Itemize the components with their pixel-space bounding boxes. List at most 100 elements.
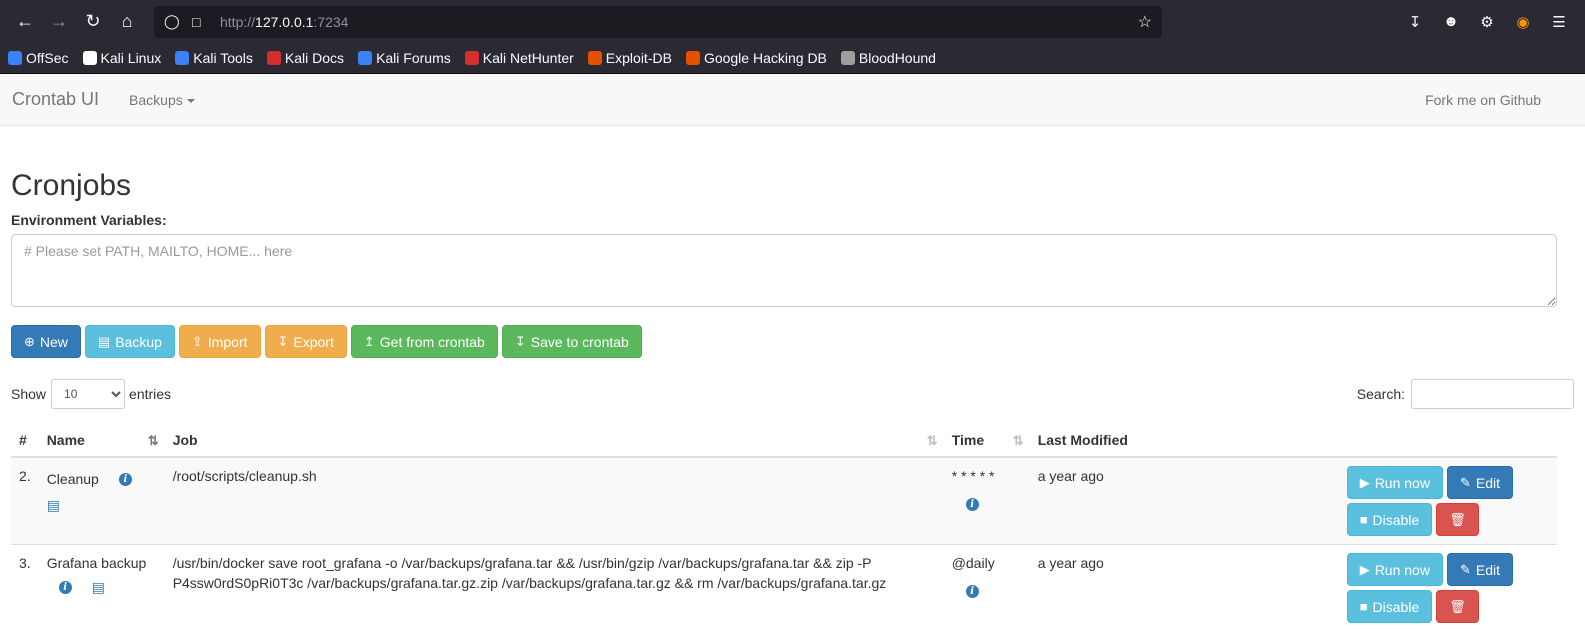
- bookmark-favicon-icon: [587, 51, 602, 65]
- save-icon[interactable]: ▤: [47, 495, 60, 515]
- backup-button[interactable]: ▤ Backup: [84, 325, 175, 358]
- info-icon[interactable]: i: [58, 580, 72, 594]
- edit-button[interactable]: ✎ Edit: [1446, 553, 1513, 586]
- bookmark-item[interactable]: Kali Docs: [266, 50, 344, 66]
- caret-down-icon: [186, 98, 195, 103]
- extensions-icon[interactable]: ⚙: [1475, 10, 1499, 34]
- get-from-crontab-button[interactable]: ↥ Get from crontab: [350, 325, 498, 358]
- row-name-cell: Cleanup i ▤: [38, 456, 165, 545]
- forward-arrow-icon[interactable]: →: [42, 5, 76, 39]
- row-name: Grafana backup: [46, 555, 147, 571]
- bookmark-item[interactable]: BloodHound: [840, 50, 936, 66]
- account-icon[interactable]: ☻: [1439, 10, 1463, 34]
- disable-button[interactable]: ■ Disable: [1346, 590, 1433, 623]
- bookmark-favicon-icon: [266, 51, 281, 65]
- shield-icon[interactable]: ◯: [164, 13, 184, 30]
- save-icon[interactable]: ▤: [92, 577, 105, 597]
- export-label: Export: [293, 333, 334, 350]
- table-header-row: # Name ⇅ Job ⇅ Time ⇅ Last Modified: [11, 423, 1557, 458]
- get-from-crontab-label: Get from crontab: [379, 333, 485, 350]
- row-time: * * * * *: [951, 468, 995, 484]
- upload-icon: ↥: [363, 333, 375, 349]
- play-icon: ▶: [1359, 561, 1370, 577]
- download-icon[interactable]: ↧: [1403, 10, 1427, 34]
- table-controls: Show 10 entries Search:: [11, 379, 1574, 409]
- entries-select[interactable]: 10: [51, 379, 126, 409]
- new-label: New: [39, 333, 68, 350]
- disable-button[interactable]: ■ Disable: [1346, 503, 1433, 536]
- col-header-job[interactable]: Job ⇅: [164, 423, 944, 458]
- info-icon[interactable]: i: [965, 498, 979, 511]
- sort-icon: ⇅: [1012, 433, 1024, 448]
- backups-dropdown[interactable]: Backups: [129, 92, 195, 108]
- row-job: /root/scripts/cleanup.sh: [164, 456, 944, 545]
- download-icon: ↧: [277, 333, 289, 349]
- bookmark-label: OffSec: [26, 50, 69, 66]
- bookmark-favicon-icon: [685, 51, 700, 65]
- jobs-table: # Name ⇅ Job ⇅ Time ⇅ Last Modified 2. Clea…: [11, 423, 1557, 629]
- info-icon[interactable]: i: [965, 585, 979, 598]
- table-row: 2. Cleanup i ▤ /root/scripts/cleanup.sh *…: [11, 456, 1557, 545]
- bookmark-label: Kali Tools: [193, 50, 253, 66]
- row-time-cell: * * * * * i: [943, 456, 1030, 545]
- url-host: 127.0.0.1: [255, 13, 314, 30]
- bookmark-item[interactable]: Kali Linux: [82, 50, 161, 66]
- export-button[interactable]: ↧ Export: [264, 325, 347, 358]
- import-button[interactable]: ⇪ Import: [178, 325, 261, 358]
- backups-label: Backups: [129, 91, 183, 108]
- edit-button[interactable]: ✎ Edit: [1446, 466, 1513, 499]
- bookmark-label: Exploit-DB: [605, 50, 672, 66]
- delete-button[interactable]: 🗑: [1436, 590, 1479, 623]
- bookmark-item[interactable]: Exploit-DB: [587, 50, 672, 66]
- run-now-button[interactable]: ▶ Run now: [1346, 466, 1443, 499]
- brand-link[interactable]: Crontab UI: [12, 89, 99, 110]
- bookmark-favicon-icon: [840, 51, 855, 65]
- save-to-crontab-button[interactable]: ↧ Save to crontab: [501, 325, 642, 358]
- bookmark-label: Kali Forums: [376, 50, 451, 66]
- home-icon[interactable]: ⌂: [110, 5, 144, 39]
- bookmark-item[interactable]: Kali NetHunter: [464, 50, 574, 66]
- back-arrow-icon[interactable]: ←: [8, 5, 42, 39]
- play-icon: ▶: [1359, 474, 1370, 490]
- trash-icon: 🗑: [1449, 511, 1466, 527]
- col-header-time-label: Time: [951, 431, 985, 448]
- page-title: Cronjobs: [11, 169, 132, 202]
- edit-label: Edit: [1475, 561, 1500, 578]
- bookmark-item[interactable]: Kali Tools: [175, 50, 253, 66]
- url-scheme: http://: [220, 13, 256, 30]
- menu-icon[interactable]: ☰: [1547, 10, 1571, 34]
- col-header-time[interactable]: Time ⇅: [943, 423, 1030, 458]
- env-textarea[interactable]: [11, 234, 1557, 307]
- import-icon: ⇪: [191, 333, 203, 349]
- bookmark-item[interactable]: OffSec: [8, 50, 69, 66]
- new-button[interactable]: ⊕ New: [11, 325, 81, 358]
- fork-github-link[interactable]: Fork me on Github: [1425, 92, 1541, 108]
- delete-button[interactable]: 🗑: [1436, 503, 1479, 536]
- run-now-button[interactable]: ▶ Run now: [1346, 553, 1443, 586]
- info-icon[interactable]: i: [118, 472, 132, 486]
- row-num: 3.: [11, 544, 39, 629]
- row-modified: a year ago: [1029, 456, 1339, 545]
- run-now-label: Run now: [1374, 474, 1430, 491]
- bookmark-favicon-icon: [358, 51, 373, 65]
- bookmark-item[interactable]: Kali Forums: [358, 50, 451, 66]
- search-input[interactable]: [1411, 379, 1574, 409]
- col-header-actions: [1338, 423, 1557, 458]
- table-row: 3. Grafana backup i ▤ /usr/bin/docker sav…: [11, 544, 1557, 629]
- disable-label: Disable: [1372, 598, 1420, 615]
- reload-icon[interactable]: ↻: [76, 5, 110, 39]
- bookmark-item[interactable]: Google Hacking DB: [685, 50, 827, 66]
- edit-icon: ✎: [1459, 561, 1471, 577]
- star-icon[interactable]: ☆: [1138, 12, 1152, 32]
- bookmark-favicon-icon: [82, 51, 97, 65]
- url-bar[interactable]: ◯ □ http://127.0.0.1:7234 ☆: [154, 5, 1162, 38]
- page-icon[interactable]: □: [192, 14, 212, 30]
- col-header-job-label: Job: [172, 431, 198, 448]
- col-header-name[interactable]: Name ⇅: [38, 423, 165, 458]
- bookmark-favicon-icon: [8, 51, 22, 65]
- row-modified: a year ago: [1029, 544, 1339, 629]
- floppy-icon: ▤: [97, 333, 111, 349]
- disable-label: Disable: [1372, 511, 1420, 528]
- firefox-icon[interactable]: ◉: [1511, 10, 1535, 34]
- row-job: /usr/bin/docker save root_grafana -o /va…: [164, 544, 944, 629]
